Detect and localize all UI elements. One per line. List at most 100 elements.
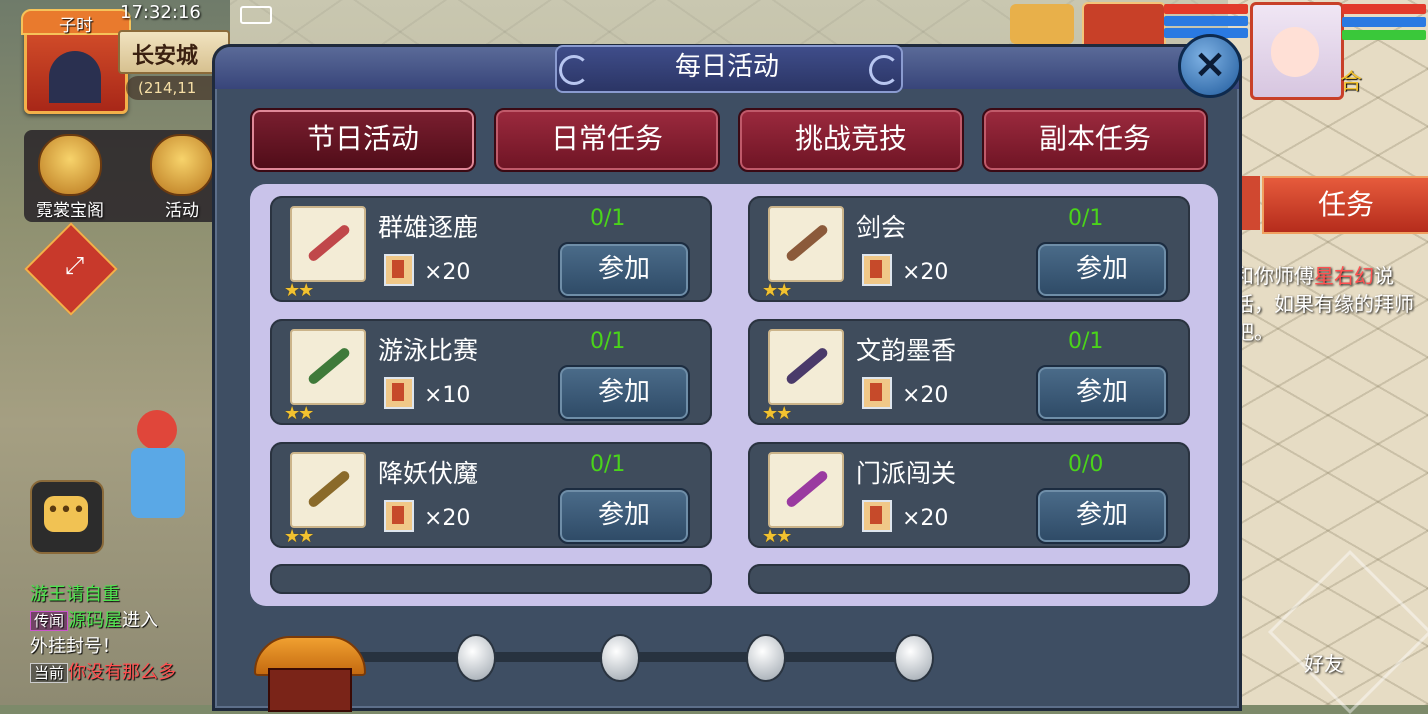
activity-item-frame[interactable] xyxy=(768,452,844,528)
star-rating: ★★ xyxy=(284,526,314,547)
sp-bar xyxy=(1342,30,1426,40)
activity-card: ★★ 降妖伏魔 ×20 0/1 参加 xyxy=(270,442,712,548)
activity-progress: 0/1 xyxy=(590,329,626,354)
broom-icon xyxy=(306,469,352,509)
join-button[interactable]: 参加 xyxy=(1036,365,1168,421)
star-icon: ★ xyxy=(762,526,778,547)
activity-name: 降妖伏魔 xyxy=(378,459,479,488)
activity-card-partial xyxy=(270,564,712,594)
dagger-icon xyxy=(784,346,830,386)
activity-card: ★★ 游泳比赛 ×10 0/1 参加 xyxy=(270,319,712,425)
tab-challenge[interactable]: 挑战竞技 xyxy=(738,108,964,172)
reward-scroll-icon xyxy=(384,500,414,532)
reward-count: ×20 xyxy=(424,260,471,285)
activity-progress: 0/1 xyxy=(590,452,626,477)
activity-card: ★★ 剑会 ×20 0/1 参加 xyxy=(748,196,1190,302)
tab-festival[interactable]: 节日活动 xyxy=(250,108,476,172)
activity-item-frame[interactable] xyxy=(768,329,844,405)
star-icon: ★ xyxy=(298,280,314,301)
tab-dungeon[interactable]: 副本任务 xyxy=(982,108,1208,172)
activity-progress: 0/1 xyxy=(1068,329,1104,354)
star-rating: ★★ xyxy=(762,280,792,301)
pavilion-icon[interactable] xyxy=(250,618,366,712)
chat-log[interactable]: 游王请自重 传闻 源码屋进入 外挂封号！ 当前 你没有那么多 xyxy=(30,582,220,686)
activity-name: 文韵墨香 xyxy=(856,336,957,365)
hp-bar xyxy=(1164,4,1248,14)
chat-text: 你没有那么多 xyxy=(68,662,177,683)
reward-node-icon[interactable] xyxy=(894,634,934,682)
star-icon: ★ xyxy=(284,403,300,424)
star-rating: ★★ xyxy=(762,526,792,547)
activity-item-frame[interactable] xyxy=(290,452,366,528)
activity-progress: 0/1 xyxy=(1068,206,1104,231)
nishang-shop-button[interactable]: 霓裳宝阁 xyxy=(28,134,112,221)
task-tracker[interactable]: 和你师傅星右幻说话，如果有缘的拜师吧。 xyxy=(1234,262,1428,346)
player-status-bars xyxy=(1342,4,1426,64)
city-gate-emblem[interactable]: 子时 xyxy=(21,9,131,114)
activity-item-frame[interactable] xyxy=(290,206,366,282)
side-char: 合 xyxy=(1340,70,1363,95)
close-x-icon[interactable]: × xyxy=(1178,34,1242,98)
star-icon: ★ xyxy=(284,280,300,301)
reward-node-icon[interactable] xyxy=(746,634,786,682)
task-tab[interactable]: 任务 xyxy=(1262,176,1428,234)
mp-bar xyxy=(1342,17,1426,27)
activity-item-frame[interactable] xyxy=(290,329,366,405)
star-icon: ★ xyxy=(298,526,314,547)
task-npc-name[interactable]: 星右幻 xyxy=(1314,264,1374,288)
join-button[interactable]: 参加 xyxy=(1036,242,1168,298)
activity-list[interactable]: ★★ 群雄逐鹿 ×20 0/1 参加 ★★ 剑会 ×20 0/1 参加 ★★ 游泳比赛 ×10 0/1 参加… xyxy=(250,184,1218,606)
chat-bubble-icon: ••• xyxy=(44,496,88,532)
player-portrait[interactable] xyxy=(1250,2,1344,100)
star-icon: ★ xyxy=(776,526,792,547)
reward-scroll-icon xyxy=(384,377,414,409)
activity-item-frame[interactable] xyxy=(768,206,844,282)
expand-arrows-icon: ⤢ xyxy=(64,251,85,280)
reward-count: ×20 xyxy=(902,260,949,285)
player-character[interactable] xyxy=(125,410,195,520)
activity-name: 游泳比赛 xyxy=(378,336,479,365)
chat-line: 当前 你没有那么多 xyxy=(30,660,220,686)
pet-avatar[interactable] xyxy=(1010,4,1074,44)
character-head xyxy=(137,410,177,450)
star-icon: ★ xyxy=(762,280,778,301)
side-button-panel: 霓裳宝阁 活动 xyxy=(24,130,224,222)
gun-icon xyxy=(784,469,830,509)
join-button[interactable]: 参加 xyxy=(558,488,690,544)
chat-sender[interactable]: 源码屋 xyxy=(68,610,122,631)
reward-scroll-icon xyxy=(862,500,892,532)
reward-count: ×20 xyxy=(902,506,949,531)
join-button[interactable]: 参加 xyxy=(558,365,690,421)
join-button[interactable]: 参加 xyxy=(558,242,690,298)
clock-time: 17:32:16 xyxy=(120,2,201,23)
chat-text: 外挂封号！ xyxy=(30,636,120,657)
activity-card: ★★ 文韵墨香 ×20 0/1 参加 xyxy=(748,319,1190,425)
progress-track xyxy=(350,652,930,662)
reward-node-icon[interactable] xyxy=(600,634,640,682)
chat-channel-tag: 当前 xyxy=(30,663,69,683)
medallion-icon xyxy=(306,346,352,386)
dialog-title: 每日活动 xyxy=(674,52,779,82)
location-name: 长安城 xyxy=(132,44,199,69)
reward-scroll-icon xyxy=(384,254,414,286)
shichen-label: 子时 xyxy=(59,16,93,36)
star-icon: ★ xyxy=(284,526,300,547)
friend-label[interactable]: 好友 xyxy=(1304,648,1344,677)
chat-line: 外挂封号！ xyxy=(30,634,220,660)
reward-count: ×20 xyxy=(424,506,471,531)
activity-progress: 0/0 xyxy=(1068,452,1104,477)
activity-card: ★★ 门派闯关 ×20 0/0 参加 xyxy=(748,442,1190,548)
star-rating: ★★ xyxy=(284,403,314,424)
gate-door xyxy=(49,51,101,103)
sword-icon xyxy=(784,223,830,263)
tab-daily[interactable]: 日常任务 xyxy=(494,108,720,172)
join-button[interactable]: 参加 xyxy=(1036,488,1168,544)
reward-count: ×20 xyxy=(902,383,949,408)
mp-bar xyxy=(1164,16,1248,26)
activity-icon xyxy=(150,134,214,196)
chat-button[interactable]: ••• xyxy=(30,480,104,554)
reward-node-icon[interactable] xyxy=(456,634,496,682)
star-rating: ★★ xyxy=(762,403,792,424)
star-icon: ★ xyxy=(762,403,778,424)
chat-line: 游王请自重 xyxy=(30,582,220,608)
